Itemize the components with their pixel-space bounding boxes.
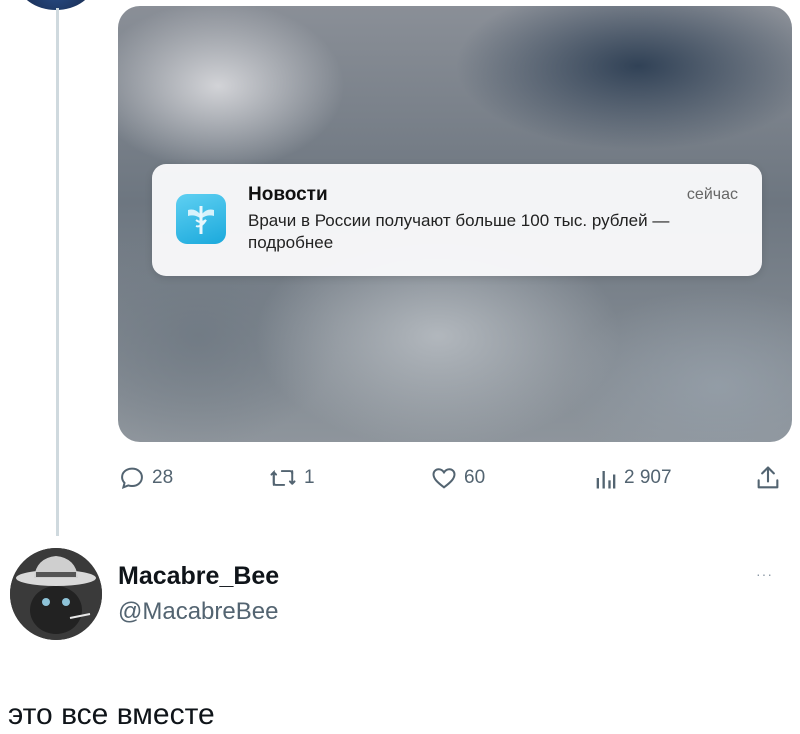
like-button[interactable]: 60 [430,458,485,498]
push-notification: Новости сейчас Врачи в России получают б… [152,164,762,276]
reply-button[interactable]: 28 [118,458,173,498]
heart-icon [432,468,456,489]
repost-button[interactable]: 1 [268,458,315,498]
repost-count: 1 [304,467,315,488]
notification-body: Врачи в России получают больше 100 тыс. … [248,211,670,252]
more-options-icon[interactable]: ··· [756,566,773,582]
thread-connector-line [56,8,59,536]
news-app-icon [176,194,226,244]
reply-author-name[interactable]: Macabre_Bee [118,562,279,591]
reply-tweet-text: это все вместе [8,698,215,731]
notification-time: сейчас [686,186,738,203]
reply-count: 28 [152,467,174,488]
tweet-media-image[interactable]: Новости сейчас Врачи в России получают б… [118,6,792,442]
notification-app-name: Новости [248,184,328,205]
reply-icon [121,467,143,489]
tweet-actions-bar: 28 1 60 2 907 [118,458,790,498]
reply-author-avatar[interactable] [10,548,102,640]
share-icon [757,466,779,489]
like-count: 60 [464,467,486,488]
reply-author-handle[interactable]: @MacabreBee [118,598,278,626]
views-chart-icon [596,471,616,489]
views-button[interactable]: 2 907 [594,458,672,498]
views-count: 2 907 [624,467,672,488]
repost-icon [270,469,296,486]
share-button[interactable] [754,458,782,498]
